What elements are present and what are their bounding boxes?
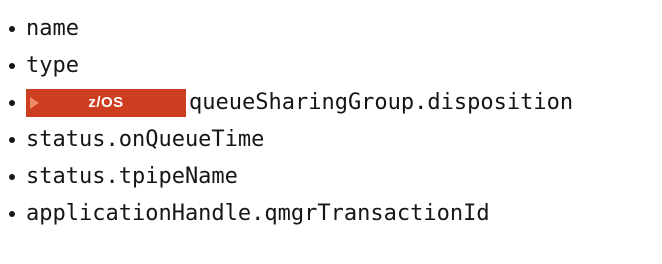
attribute-name: queueSharingGroup.disposition [189, 89, 574, 115]
platform-label: z/OS [88, 94, 124, 111]
zos-platform-badge: z/OS [26, 88, 186, 117]
list-item: type [9, 47, 573, 84]
attribute-list: name type z/OS queueSharingGroup.disposi… [9, 0, 573, 232]
bullet-icon [9, 99, 15, 106]
list-item: z/OS queueSharingGroup.disposition [9, 84, 573, 121]
list-item: name [9, 10, 573, 47]
bullet-icon [9, 62, 15, 69]
attribute-name: status.onQueueTime [26, 126, 265, 152]
attribute-name: type [26, 52, 79, 78]
arrow-right-icon [30, 96, 39, 109]
bullet-icon [9, 136, 15, 143]
bullet-icon [9, 210, 15, 217]
attribute-name: name [26, 15, 79, 41]
bullet-icon [9, 25, 15, 32]
list-item: status.tpipeName [9, 158, 573, 195]
attribute-name: applicationHandle.qmgrTransactionId [26, 200, 490, 226]
list-item: status.onQueueTime [9, 121, 573, 158]
attribute-name: status.tpipeName [26, 163, 238, 189]
list-item: applicationHandle.qmgrTransactionId [9, 195, 573, 232]
bullet-icon [9, 173, 15, 180]
